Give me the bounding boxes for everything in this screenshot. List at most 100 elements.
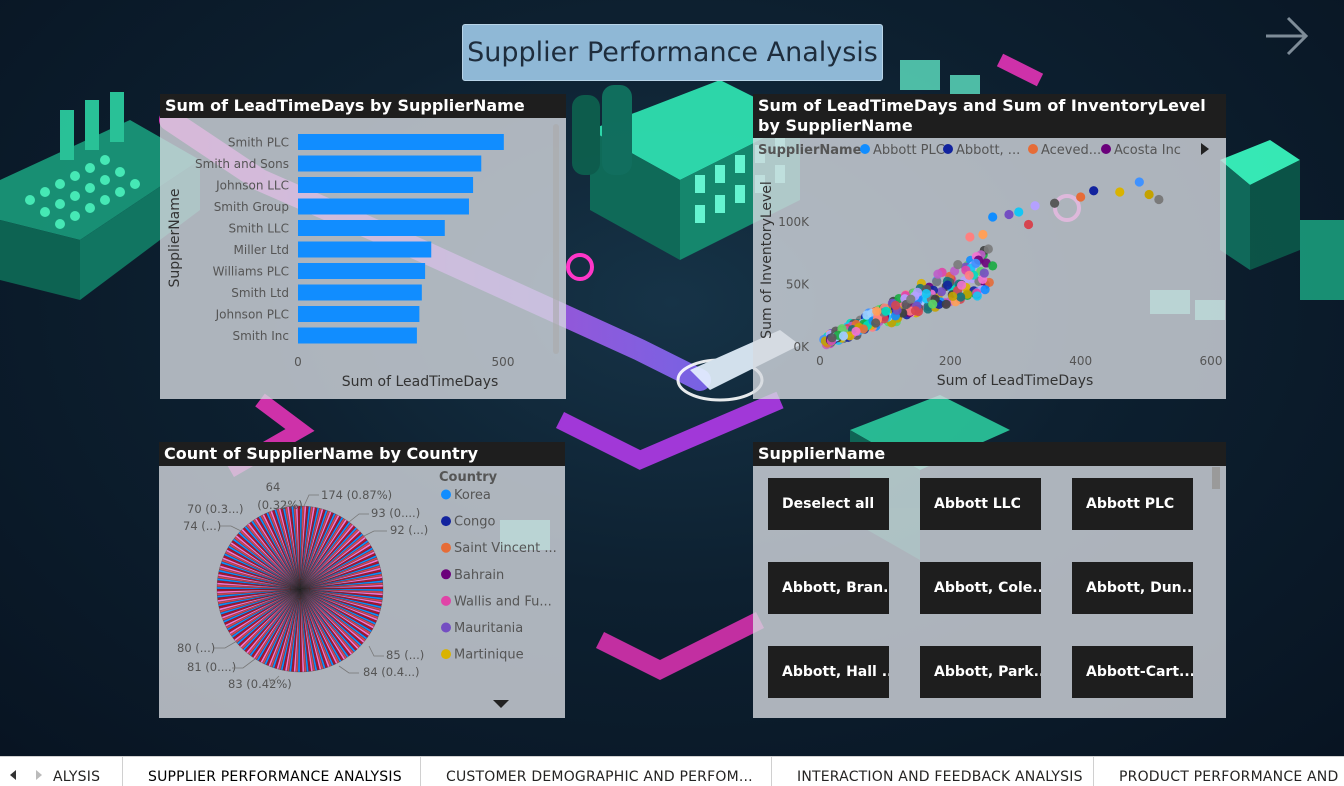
tab-prev-analysis[interactable]: ALYSIS [53,757,100,786]
legend-label: Korea [454,488,491,503]
scatter-point [928,299,938,309]
pie-chart-panel[interactable]: Count of SupplierName by Country 174 (0.… [159,442,565,718]
data-label: 93 (0....) [371,506,420,520]
leader-line [303,494,319,507]
scatter-point [971,258,981,268]
legend-label: Acosta Inc [1114,143,1181,158]
bar [298,241,432,258]
scatter-point [948,291,958,301]
slicer-button[interactable]: Abbott LLC [920,478,1041,530]
tab-divider [122,757,123,786]
y-axis-title: SupplierName [167,189,183,288]
scrollbar[interactable] [553,124,559,354]
data-label: 64 [266,480,281,494]
scatter-point [965,232,975,242]
scatter-point [936,287,946,297]
page-title: Supplier Performance Analysis [462,24,883,81]
scatter-point [838,331,849,341]
x-tick-label: 600 [1200,354,1223,368]
bar [298,284,422,301]
bar-chart-panel[interactable]: Sum of LeadTimeDays by SupplierName Smit… [160,94,566,399]
triangle-right-icon[interactable] [34,769,44,781]
bar-category-label: Johnson LLC [215,179,289,193]
bar [298,134,504,150]
bar [298,220,445,236]
scatter-point [921,289,931,299]
bar-chart-title: Sum of LeadTimeDays by SupplierName [160,94,566,118]
leader-line [348,513,369,523]
data-label: 83 (0.42%) [228,677,292,691]
tab-interaction-feedback[interactable]: INTERACTION AND FEEDBACK ANALYSIS [797,757,1083,786]
scrollbar[interactable] [1212,467,1220,489]
arrow-right-icon[interactable] [1262,14,1310,58]
slicer-button[interactable]: Abbott, Park... [920,646,1041,698]
pie-chart[interactable]: 174 (0.87%) 93 (0....) 92 (...) 64 (0.32%) 70… [159,466,565,718]
bar-chart[interactable]: Smith PLC Smith and Sons Johnson LLC Smith … [160,118,566,398]
x-axis-title: Sum of LeadTimeDays [937,373,1094,389]
scatter-point [1154,194,1164,205]
tab-product-performance[interactable]: PRODUCT PERFORMANCE AND SA [1119,757,1344,786]
scatter-point [1144,189,1154,200]
legend-label: Mauritania [454,621,523,636]
scatter-point [1115,187,1125,197]
x-tick-label: 0 [816,354,824,368]
legend-marker [1028,144,1038,154]
scatter-point [972,291,982,301]
scatter-point [891,300,901,310]
scatter-point [851,326,861,337]
tab-supplier-performance[interactable]: SUPPLIER PERFORMANCE ANALYSIS [148,757,402,786]
legend-scroll-icon [1201,143,1209,155]
scatter-point [964,270,974,280]
slicer-button-deselect-all[interactable]: Deselect all [768,478,889,530]
slicer-button[interactable]: Abbott, Hall ... [768,646,889,698]
legend-marker [1101,144,1111,154]
bar-category-label: Smith PLC [228,136,289,150]
chevron-down-icon [493,700,509,708]
bar [298,327,417,344]
scatter-point [1004,209,1014,220]
slicer-button[interactable]: Abbott, Cole... [920,562,1041,614]
legend-label: Wallis and Fu... [454,594,552,609]
bar [298,306,420,322]
scatter-point [1050,198,1060,208]
scatter-point [1030,201,1040,211]
data-label: 74 (...) [183,519,221,533]
triangle-left-icon[interactable] [8,769,18,781]
data-label: 80 (...) [177,641,215,655]
scatter-point [906,294,916,304]
scatter-point [943,280,953,290]
scatter-point [953,260,963,270]
tab-customer-demographic[interactable]: CUSTOMER DEMOGRAPHIC AND PERFOM... [446,757,753,786]
pie-chart-title: Count of SupplierName by Country [159,442,565,466]
supplier-slicer-panel[interactable]: SupplierName Deselect all Abbott LLC Abb… [753,442,1226,718]
tab-divider [420,757,421,786]
slicer-button[interactable]: Abbott-Cart... [1072,646,1193,698]
legend-marker [441,569,451,580]
bar-category-label: Miller Ltd [234,243,290,257]
leader-line [368,645,384,657]
bar-category-label: Johnson PLC [215,308,289,322]
bar [298,198,469,215]
data-label: 70 (0.3...) [187,502,244,516]
legend-marker [441,622,451,633]
scatter-point [979,268,989,278]
x-tick-label: 0 [294,355,302,369]
scatter-chart[interactable]: SupplierName Abbott PLC Abbott, ... Aceved.… [753,138,1226,399]
leader-line [214,640,238,649]
scatter-chart-panel[interactable]: Sum of LeadTimeDays and Sum of Inventory… [753,94,1226,399]
slicer-button[interactable]: Abbott, Bran... [768,562,889,614]
slicer-button[interactable]: Abbott, Dun... [1072,562,1193,614]
slicer-button[interactable]: Abbott PLC [1072,478,1193,530]
legend-title: Country [439,470,498,485]
scatter-chart-title: Sum of LeadTimeDays and Sum of Inventory… [753,94,1226,138]
legend-label: Abbott PLC [873,143,945,158]
legend-marker [441,595,451,606]
x-tick-label: 200 [939,354,962,368]
scatter-point [1014,207,1024,217]
y-tick-label: 50K [786,278,810,292]
scatter-point [1023,219,1034,230]
scatter-point [988,261,998,271]
bar [298,263,426,279]
legend-label: Abbott, ... [956,143,1020,158]
y-tick-label: 0K [793,340,810,354]
